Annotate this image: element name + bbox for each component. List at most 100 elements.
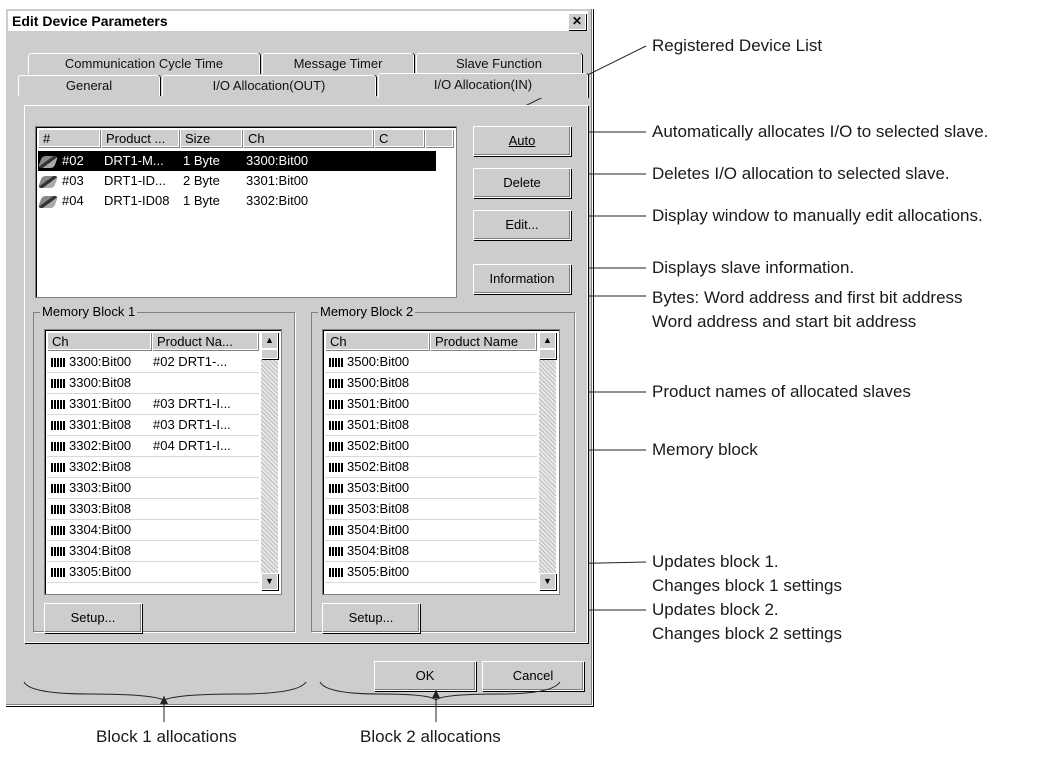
device-size: 1 Byte	[183, 153, 220, 168]
memory-chip-icon	[329, 463, 343, 473]
device-size: 2 Byte	[183, 173, 220, 188]
setup-button-label: Setup...	[348, 610, 394, 625]
setup-block2-button[interactable]: Setup...	[322, 603, 420, 633]
memory-chip-icon	[51, 505, 65, 515]
memory-block-2-grid[interactable]: Ch Product Name 3500:Bit00 3500:Bit08 3501…	[322, 329, 560, 595]
memory-block-2-group: Memory Block 2 Ch Product Name 3500:Bit0…	[311, 304, 575, 633]
memory-row[interactable]: 3300:Bit08	[47, 373, 259, 394]
memory-row[interactable]: 3501:Bit00	[325, 394, 537, 415]
memory-block-1-grid[interactable]: Ch Product Na... 3300:Bit00 #02 DRT1-... 3…	[44, 329, 282, 595]
col-header-number[interactable]: #	[38, 129, 100, 147]
scroll-down-icon[interactable]: ▼	[261, 573, 278, 590]
memory-row[interactable]: 3505:Bit00	[325, 562, 537, 583]
setup-block1-button[interactable]: Setup...	[44, 603, 142, 633]
memory-row-ch: 3505:Bit00	[325, 562, 429, 582]
memory-row-address: 3302:Bit08	[69, 459, 132, 474]
memory-chip-icon	[51, 463, 65, 473]
memory-block-1-group: Memory Block 1 Ch Product Na... 3300:Bit…	[33, 304, 295, 633]
memory-row[interactable]: 3304:Bit08	[47, 541, 259, 562]
device-product: DRT1-ID...	[104, 173, 166, 188]
device-row[interactable]: #04 DRT1-ID08 1 Byte 3302:Bit00	[37, 191, 436, 211]
memory-row-ch: 3502:Bit00	[325, 436, 429, 456]
memory-row-address: 3301:Bit08	[69, 417, 132, 432]
memory-row[interactable]: 3301:Bit00 #03 DRT1-I...	[47, 394, 259, 415]
memory-chip-icon	[51, 526, 65, 536]
memory-chip-icon	[329, 421, 343, 431]
scroll-up-icon[interactable]: ▲	[539, 332, 556, 349]
memory-row-address: 3301:Bit00	[69, 396, 132, 411]
memory-row-ch: 3302:Bit08	[47, 457, 151, 477]
auto-button[interactable]: Auto	[473, 126, 571, 156]
memory-chip-icon	[329, 484, 343, 494]
col-header-size[interactable]: Size	[180, 129, 242, 147]
block2-col-ch[interactable]: Ch	[325, 332, 429, 350]
memory-row[interactable]: 3504:Bit08	[325, 541, 537, 562]
memory-row-ch: 3303:Bit00	[47, 478, 151, 498]
memory-row-product-name: #03 DRT1-I...	[153, 396, 231, 411]
memory-row-ch: 3503:Bit08	[325, 499, 429, 519]
memory-row-ch: 3500:Bit08	[325, 373, 429, 393]
scroll-up-icon[interactable]: ▲	[261, 332, 278, 349]
edit-button[interactable]: Edit...	[473, 210, 571, 240]
memory-row[interactable]: 3502:Bit00	[325, 436, 537, 457]
memory-row[interactable]: 3305:Bit00	[47, 562, 259, 583]
memory-row[interactable]: 3504:Bit00	[325, 520, 537, 541]
memory-row-address: 3303:Bit00	[69, 480, 132, 495]
memory-row-address: 3304:Bit08	[69, 543, 132, 558]
memory-row-address: 3300:Bit00	[69, 354, 132, 369]
memory-chip-icon	[329, 568, 343, 578]
memory-row[interactable]: 3503:Bit08	[325, 499, 537, 520]
device-number: #02	[62, 153, 84, 168]
device-row[interactable]: #02 DRT1-M... 1 Byte 3300:Bit00	[37, 151, 436, 171]
memory-row[interactable]: 3303:Bit00	[47, 478, 259, 499]
device-icon	[37, 171, 59, 191]
memory-row-address: 3304:Bit00	[69, 522, 132, 537]
block2-scrollbar[interactable]: ▲ ▼	[539, 332, 556, 590]
edit-device-parameters-dialog: Edit Device Parameters ✕ Communication C…	[5, 8, 593, 706]
device-size: 1 Byte	[183, 193, 220, 208]
memory-row[interactable]: 3300:Bit00 #02 DRT1-...	[47, 352, 259, 373]
memory-row-address: 3501:Bit00	[347, 396, 410, 411]
col-header-ch[interactable]: Ch	[243, 129, 373, 147]
scroll-thumb[interactable]	[261, 349, 278, 359]
memory-row[interactable]: 3503:Bit00	[325, 478, 537, 499]
col-header-product[interactable]: Product ...	[101, 129, 179, 147]
device-product: DRT1-ID08	[104, 193, 170, 208]
information-button[interactable]: Information	[473, 264, 571, 294]
memory-row[interactable]: 3501:Bit08	[325, 415, 537, 436]
memory-chip-icon	[51, 442, 65, 452]
memory-row-address: 3502:Bit00	[347, 438, 410, 453]
block1-col-product-name[interactable]: Product Na...	[152, 332, 258, 350]
memory-row[interactable]: 3304:Bit00	[47, 520, 259, 541]
memory-chip-icon	[51, 379, 65, 389]
memory-row-product-name: #04 DRT1-I...	[153, 438, 231, 453]
memory-row-address: 3505:Bit00	[347, 564, 410, 579]
delete-button[interactable]: Delete	[473, 168, 571, 198]
scroll-down-icon[interactable]: ▼	[539, 573, 556, 590]
device-row[interactable]: #03 DRT1-ID... 2 Byte 3301:Bit00	[37, 171, 436, 191]
memory-row-address: 3500:Bit08	[347, 375, 410, 390]
memory-row[interactable]: 3301:Bit08 #03 DRT1-I...	[47, 415, 259, 436]
memory-row-address: 3300:Bit08	[69, 375, 132, 390]
col-header-c[interactable]: C	[374, 129, 424, 147]
memory-row-address: 3502:Bit08	[347, 459, 410, 474]
information-button-label: Information	[489, 271, 555, 286]
memory-row[interactable]: 3500:Bit08	[325, 373, 537, 394]
memory-row-ch: 3300:Bit00	[47, 352, 151, 372]
scroll-thumb[interactable]	[539, 349, 556, 359]
memory-row-ch: 3500:Bit00	[325, 352, 429, 372]
memory-row[interactable]: 3303:Bit08	[47, 499, 259, 520]
memory-row[interactable]: 3500:Bit00	[325, 352, 537, 373]
block2-col-product-name[interactable]: Product Name	[430, 332, 536, 350]
block1-col-ch[interactable]: Ch	[47, 332, 151, 350]
block1-scrollbar[interactable]: ▲ ▼	[261, 332, 278, 590]
tab-io-allocation-in[interactable]: I/O Allocation(IN)	[378, 73, 588, 98]
memory-row-address: 3504:Bit00	[347, 522, 410, 537]
registered-device-list[interactable]: # Product ... Size Ch C #02 DRT1-M... 1 …	[35, 126, 457, 298]
memory-row[interactable]: 3302:Bit08	[47, 457, 259, 478]
edit-button-label: Edit...	[505, 217, 539, 232]
memory-chip-icon	[51, 484, 65, 494]
memory-row[interactable]: 3302:Bit00 #04 DRT1-I...	[47, 436, 259, 457]
auto-button-label: Auto	[508, 133, 536, 148]
memory-row[interactable]: 3502:Bit08	[325, 457, 537, 478]
